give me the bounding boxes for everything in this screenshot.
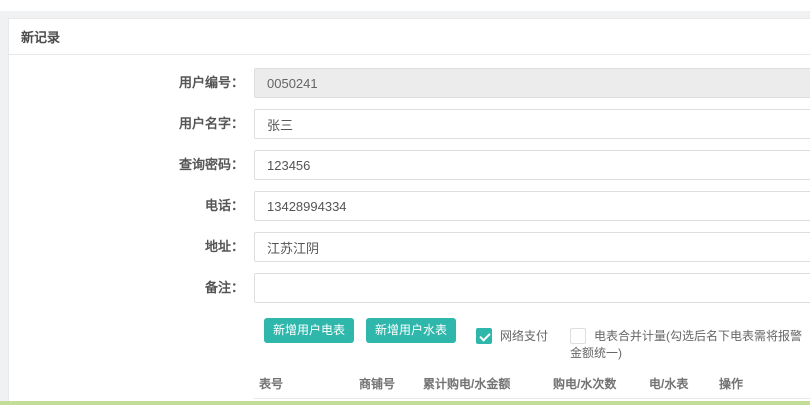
action-row: 新增用户电表 新增用户水表 网络支付 电表合并计量(勾选后名下电表需将报警金额统… (9, 318, 810, 362)
page-title: 新记录 (21, 27, 60, 46)
remark-input[interactable] (254, 273, 810, 303)
address-input[interactable] (254, 232, 810, 262)
previous-panel-bottom-edge (0, 0, 810, 11)
form-row-phone: 电话： (9, 191, 810, 221)
phone-label: 电话： (9, 191, 244, 221)
form-row-address: 地址： (9, 232, 810, 262)
column-header-shop-no: 商铺号 (359, 375, 423, 392)
network-pay-checkbox-group: 网络支付 (476, 328, 556, 345)
address-label: 地址： (9, 232, 244, 262)
merge-meter-checkbox-group: 电表合并计量(勾选后名下电表需将报警金额统一) (570, 328, 810, 362)
phone-input[interactable] (254, 191, 810, 221)
merge-meter-label: 电表合并计量(勾选后名下电表需将报警金额统一) (570, 329, 802, 360)
column-header-total-amount: 累计购电/水金额 (423, 375, 553, 392)
form-row-user-name: 用户名字： (9, 109, 810, 139)
network-pay-label: 网络支付 (500, 329, 548, 343)
form-row-remark: 备注： (9, 273, 810, 303)
new-record-form: 用户编号： 用户名字： 查询密码： 电话： 地址： 备注： 新增用户电表 新增用… (9, 55, 810, 399)
query-password-input[interactable] (254, 150, 810, 180)
user-id-input[interactable] (254, 68, 810, 98)
network-pay-checkbox[interactable] (476, 328, 492, 344)
form-row-query-password: 查询密码： (9, 150, 810, 180)
meter-table-header-row: 表号 商铺号 累计购电/水金额 购电/水次数 电/水表 操作 (254, 368, 810, 399)
add-electric-meter-button[interactable]: 新增用户电表 (264, 318, 354, 343)
new-record-panel: 新记录 用户编号： 用户名字： 查询密码： 电话： 地址： 备注： 新增用 (8, 18, 810, 407)
form-row-user-id: 用户编号： (9, 68, 810, 98)
user-name-input[interactable] (254, 109, 810, 139)
column-header-meter-no: 表号 (254, 375, 359, 392)
remark-label: 备注： (9, 273, 244, 303)
panel-header: 新记录 (9, 19, 810, 55)
user-id-label: 用户编号： (9, 68, 244, 98)
column-header-purchase-times: 购电/水次数 (553, 375, 649, 392)
column-header-actions: 操作 (719, 375, 810, 392)
merge-meter-checkbox[interactable] (570, 328, 586, 344)
user-name-label: 用户名字： (9, 109, 244, 139)
column-header-meter-type: 电/水表 (649, 375, 719, 392)
query-password-label: 查询密码： (9, 150, 244, 180)
add-water-meter-button[interactable]: 新增用户水表 (366, 318, 456, 343)
